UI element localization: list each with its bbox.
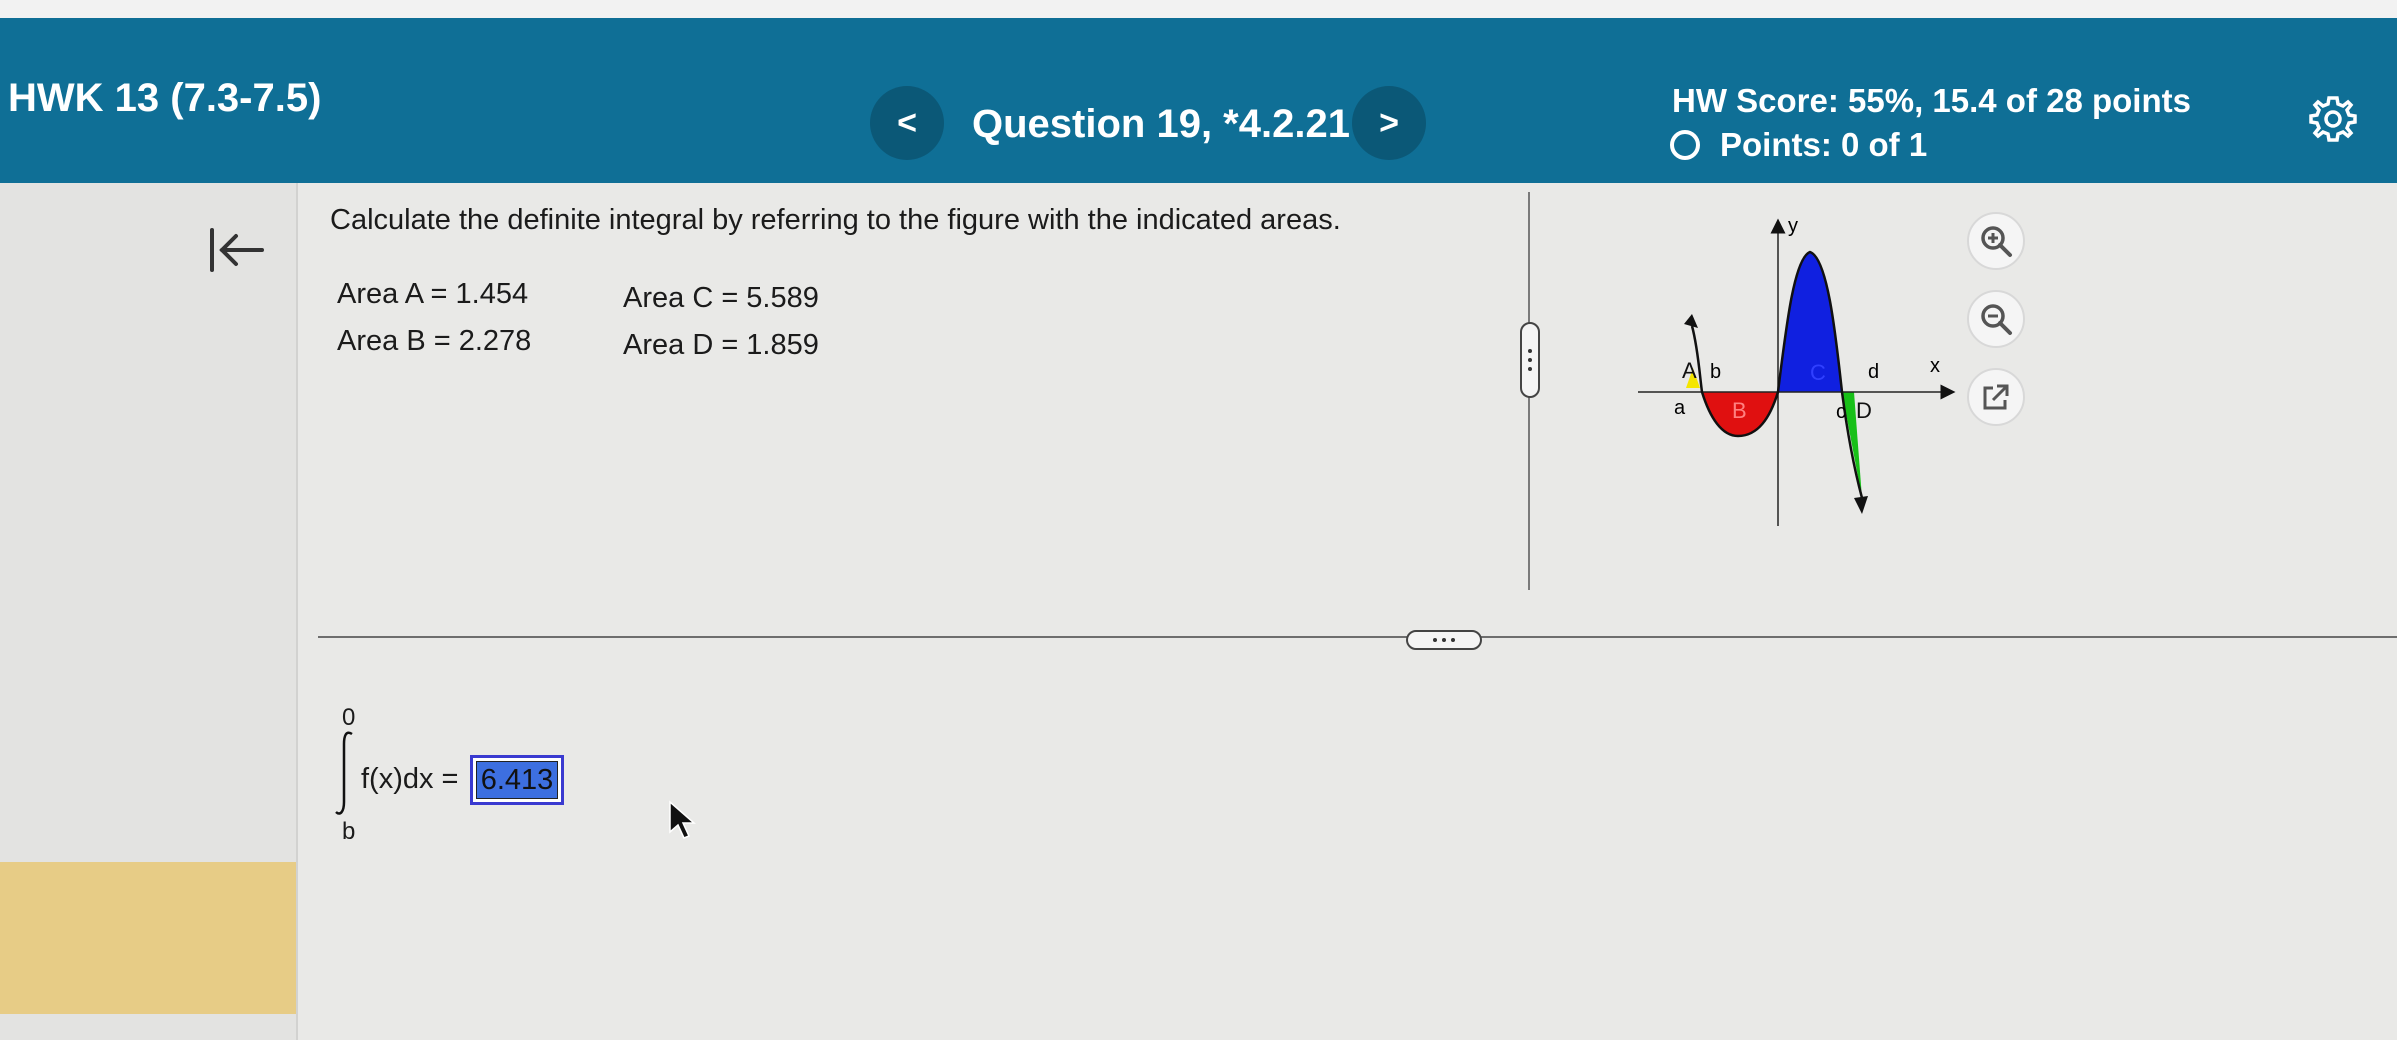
- status-circle-icon: [1670, 130, 1700, 160]
- area-c-label: Area C = 5.589: [623, 282, 819, 314]
- answer-input[interactable]: 6.413: [470, 755, 564, 805]
- point-d-label: d: [1868, 361, 1879, 383]
- zoom-in-button[interactable]: [1967, 212, 2025, 270]
- curve-arrow-right: [1854, 496, 1868, 514]
- horizontal-resize-handle[interactable]: [1406, 630, 1482, 650]
- external-link-icon: [1983, 384, 2009, 410]
- point-a-label: a: [1674, 397, 1686, 419]
- point-c-label: c: [1836, 401, 1846, 423]
- header-bar: HWK 13 (7.3-7.5) < Question 19, *4.2.21 …: [0, 18, 2397, 183]
- vertical-resize-handle[interactable]: [1520, 322, 1540, 398]
- x-axis-label: x: [1930, 355, 1940, 377]
- region-d-label: D: [1856, 398, 1872, 423]
- zoom-out-button[interactable]: [1967, 290, 2025, 348]
- integrand-text: f(x)dx =: [361, 763, 459, 795]
- left-panel-highlight: [0, 862, 296, 1014]
- region-a-label: A: [1682, 358, 1697, 383]
- integral-lower-limit: b: [342, 818, 356, 845]
- hw-score: HW Score: 55%, 15.4 of 28 points: [1672, 82, 2191, 119]
- area-a-label: Area A = 1.454: [337, 278, 529, 310]
- area-d-label: Area D = 1.859: [623, 329, 819, 361]
- area-b-label: Area B = 2.278: [337, 325, 532, 357]
- previous-question-button[interactable]: <: [870, 86, 944, 160]
- question-prompt: Calculate the definite integral by refer…: [330, 204, 1341, 236]
- gear-icon[interactable]: [2306, 92, 2360, 146]
- question-title: Question 19, *4.2.21: [972, 102, 1350, 146]
- open-external-button[interactable]: [1967, 368, 2025, 426]
- points-status: Points: 0 of 1: [1670, 126, 1927, 164]
- area-graph: y x A B C D a b c d: [1638, 215, 1956, 526]
- integral-sign-icon: [335, 731, 353, 815]
- horizontal-divider: [318, 636, 2397, 638]
- zoom-in-icon: [1981, 226, 2012, 257]
- region-c-label: C: [1810, 360, 1826, 385]
- y-axis-label: y: [1788, 215, 1798, 237]
- zoom-out-icon: [1981, 304, 2012, 335]
- mouse-cursor-icon: [669, 800, 696, 839]
- curve-arrow-left: [1684, 314, 1698, 328]
- next-question-button[interactable]: >: [1352, 86, 1426, 160]
- answer-value[interactable]: 6.413: [476, 761, 558, 799]
- points-text: Points: 0 of 1: [1720, 126, 1928, 163]
- assignment-title: HWK 13 (7.3-7.5): [8, 76, 322, 120]
- collapse-left-icon[interactable]: [200, 220, 270, 280]
- region-b-label: B: [1732, 398, 1747, 423]
- point-b-label: b: [1710, 361, 1721, 383]
